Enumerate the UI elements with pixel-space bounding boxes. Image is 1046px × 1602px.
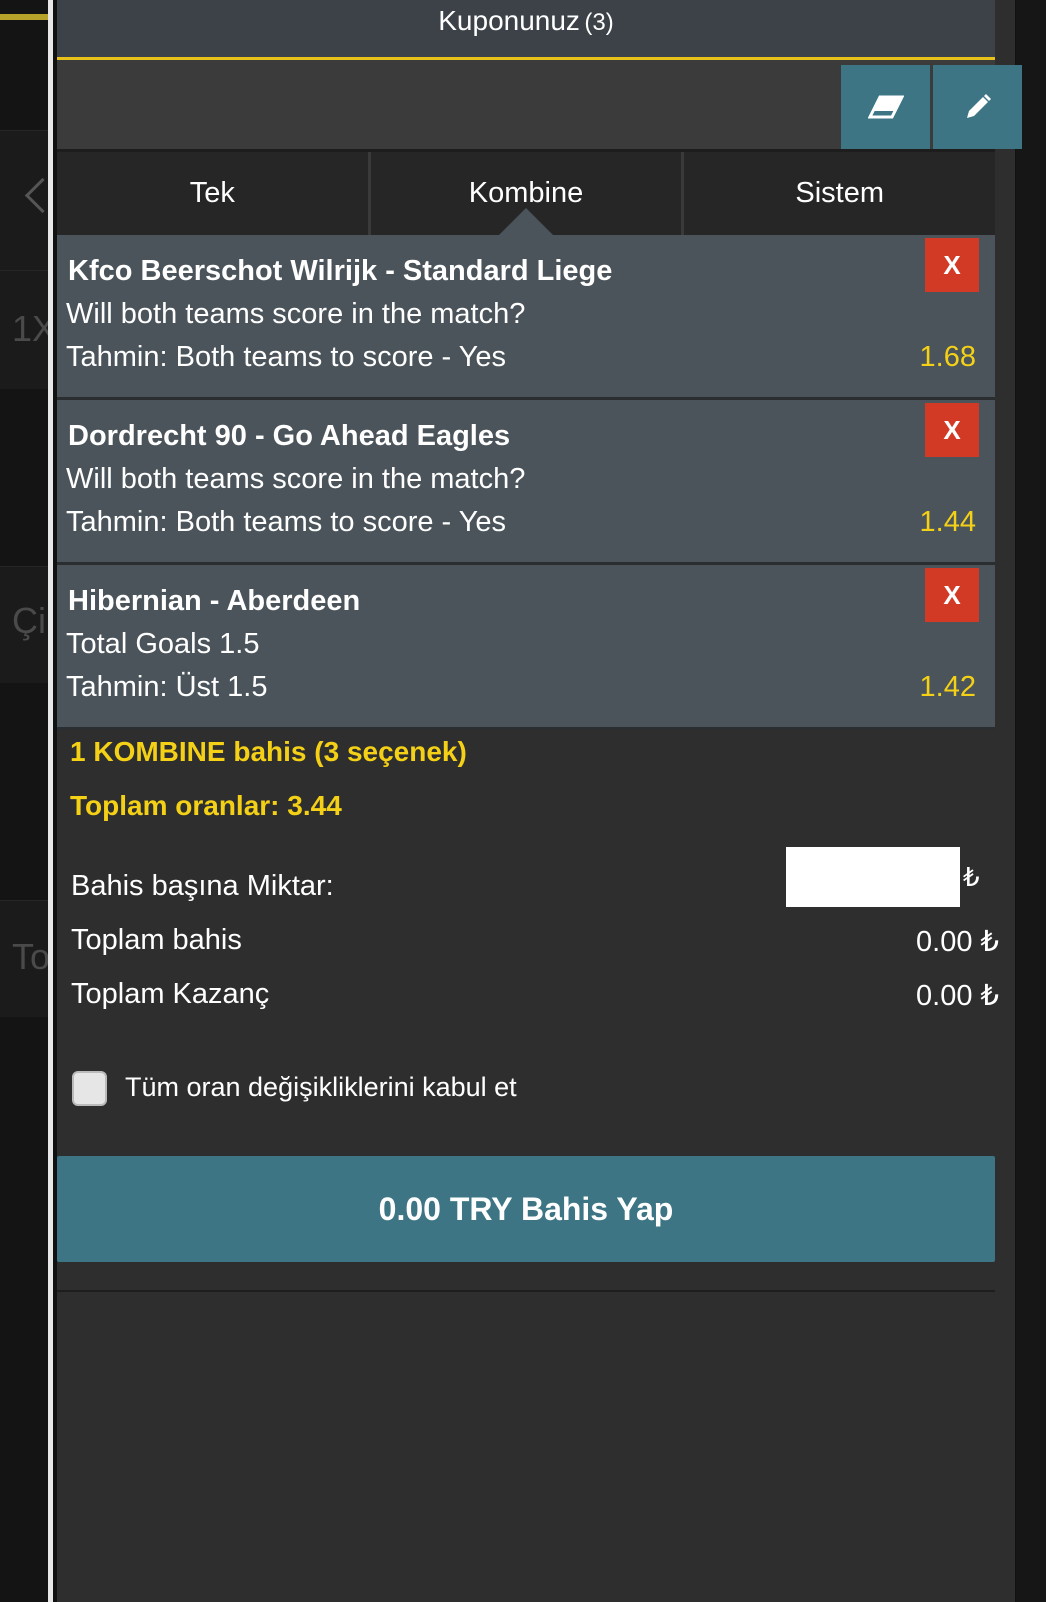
bet-odds: 1.44 — [919, 506, 976, 538]
tab-kombine[interactable]: Kombine — [370, 152, 685, 236]
tab-sistem[interactable]: Sistem — [684, 152, 996, 235]
bet-selection: Kfco Beerschot Wilrijk - Standard Liege … — [57, 235, 995, 400]
bet-teams: Kfco Beerschot Wilrijk - Standard Liege — [68, 255, 613, 287]
panel-edge-left — [48, 0, 53, 1602]
background-text: Çi — [12, 600, 46, 641]
bet-odds: 1.42 — [919, 671, 976, 703]
background-text: 1X — [12, 308, 52, 349]
place-bet-button[interactable]: 0.00 TRY Bahis Yap — [57, 1156, 995, 1262]
total-win-label: Toplam Kazanç — [71, 978, 270, 1010]
stake-input[interactable] — [786, 847, 960, 907]
background-accent-bar — [0, 14, 48, 20]
bet-slip-toolbar — [57, 60, 1022, 149]
total-stake-label: Toplam bahis — [71, 924, 242, 956]
eraser-icon — [867, 95, 904, 119]
combo-summary: 1 KOMBINE bahis (3 seçenek) — [70, 736, 467, 767]
total-stake-row: Toplam bahis 0.00 ₺ — [71, 924, 999, 958]
bet-market: Will both teams score in the match? — [66, 463, 526, 495]
bet-odds: 1.68 — [919, 341, 976, 373]
background-text: To — [12, 936, 51, 977]
remove-bet-button[interactable]: X — [925, 238, 979, 292]
bet-prediction: Tahmin: Both teams to score - Yes — [66, 341, 507, 373]
bet-selection: Hibernian - Aberdeen Total Goals 1.5 Tah… — [57, 565, 995, 730]
currency-sign: ₺ — [963, 862, 980, 892]
background-right — [1016, 0, 1046, 1602]
stake-label: Bahis başına Miktar: — [71, 870, 334, 902]
remove-bet-button[interactable]: X — [925, 403, 979, 457]
remove-bet-button[interactable]: X — [925, 568, 979, 622]
panel-divider — [57, 1290, 995, 1292]
bet-market: Will both teams score in the match? — [66, 298, 526, 330]
edit-slip-button[interactable] — [933, 65, 1022, 149]
bet-slip-header[interactable]: Kuponunuz (3) — [57, 0, 995, 60]
tab-tek[interactable]: Tek — [57, 152, 371, 235]
bet-slip-count: (3) — [584, 9, 614, 36]
bet-market: Total Goals 1.5 — [66, 628, 260, 660]
bet-slip-panel: Kuponunuz (3) Tek Kombine Sistem Kfco Be… — [57, 0, 1022, 1602]
total-win-value: 0.00 ₺ — [916, 980, 999, 1012]
total-stake-value: 0.00 ₺ — [916, 926, 999, 958]
background-page: 1X Çi To — [0, 0, 52, 1602]
bet-selection: Dordrecht 90 - Go Ahead Eagles Will both… — [57, 400, 995, 565]
bet-slip-title: Kuponunuz — [438, 5, 580, 36]
bet-teams: Dordrecht 90 - Go Ahead Eagles — [68, 420, 511, 452]
clear-slip-button[interactable] — [841, 65, 930, 149]
bet-prediction: Tahmin: Üst 1.5 — [66, 671, 268, 703]
bet-prediction: Tahmin: Both teams to score - Yes — [66, 506, 507, 538]
accept-changes-checkbox[interactable] — [72, 1071, 107, 1106]
pencil-icon — [966, 94, 991, 118]
accept-changes-label: Tüm oran değişikliklerini kabul et — [125, 1072, 517, 1102]
bet-type-tabs: Tek Kombine Sistem — [57, 149, 996, 236]
total-odds: Toplam oranlar: 3.44 — [70, 790, 342, 821]
bet-teams: Hibernian - Aberdeen — [68, 585, 361, 617]
total-win-row: Toplam Kazanç 0.00 ₺ — [71, 978, 999, 1012]
